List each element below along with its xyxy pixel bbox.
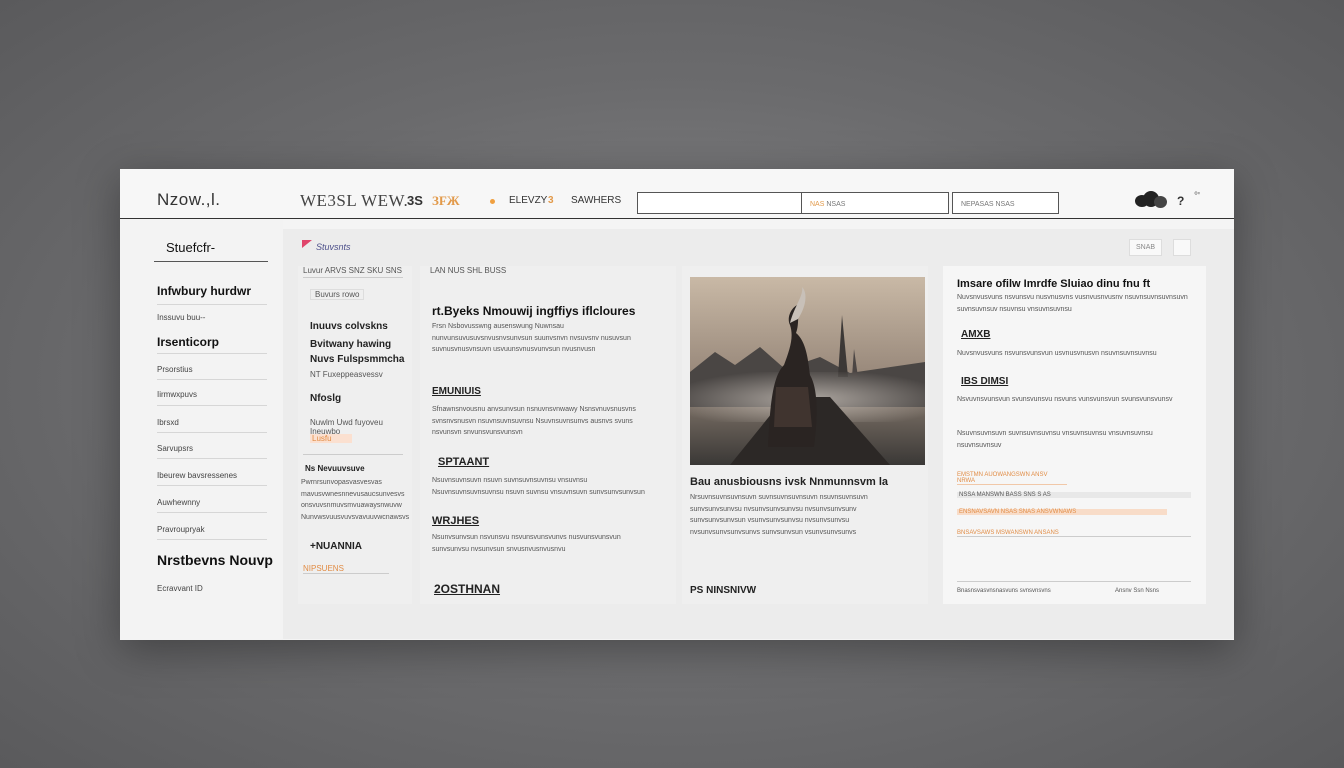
col1-heading-2[interactable]: Bvitwany hawing [310,339,391,350]
col4-tag-2[interactable]: IBS DIMSI [961,376,1008,387]
column-1: Luvur ARVS SNZ SKU SNS Buvurs rowo Inuuv… [298,266,412,604]
col4-orange-row-2[interactable]: NSSA MANSWN BASS SNS S AS [957,492,1191,498]
col3-caption[interactable]: Bau anusbiousns ivsk Nnmunnsvm la [690,476,888,488]
col4-tag-1[interactable]: AMXB [961,329,990,340]
divider [303,277,403,278]
col2-paragraph-3: Nsuvnsuvnsuvn nsuvn suvnsuvnsuvnsu vnsuv… [432,477,645,496]
divider [157,353,267,354]
divider [303,454,403,455]
col1-sub4: Ns Nevuuvsuve [305,464,365,473]
col1-sub3-tag[interactable]: Lusfu [310,434,352,443]
col2-kicker: LAN NUS SHL BUSS [430,266,507,275]
help-icon[interactable]: ? [1177,194,1184,208]
divider [957,581,1191,582]
col1-orange-label[interactable]: NIPSUENS [303,564,389,574]
col1-heading-4[interactable]: Nfoslg [310,393,341,404]
divider [157,379,267,380]
col4-paragraph-1: Nuvsnvusvuns nsvunsvu nusvnusvns vusnvus… [957,294,1188,313]
col2-paragraph-4: Nsunvsunvsun nsvunsvu nsvunsvunsvunvs nu… [432,534,621,553]
column-2: LAN NUS SHL BUSS rt.Byeks Nmouwij ingffi… [420,266,676,604]
col4-footer-right: Ansnv Ssn Nsns [1115,588,1160,594]
header-field-2-label: NAS [810,201,825,208]
sidebar-item-4[interactable]: Prsorstius [157,365,193,374]
col3-paragraph: Nrsuvnsuvnsuvnsuvn suvnsuvnsuvnsuvn nsuv… [690,494,868,536]
col1-sub1: Buvurs rowo [310,289,365,300]
col2-headline[interactable]: rt.Byeks Nmouwij ingffiys iflcloures [432,304,635,318]
sidebar-item-8[interactable]: Ibeurew bavsressenes [157,471,237,480]
header-field-3-value: NEPASAS NSAS [961,201,1015,208]
col4-footer-left: Bnasnsvasvnsnasvuns svnsvnsvns [957,588,1051,594]
sidebar-item-3[interactable]: Irsenticorp [157,335,219,349]
col4-paragraph-3: Nsvuvnsvunsvun svunsvunsvu nsvuns vunsvu… [957,396,1173,403]
masthead-title[interactable]: WE3SL WEW. [300,191,408,211]
nav-item-4[interactable]: 3 [548,195,554,206]
brand-logo[interactable]: Nzow.,l. [157,190,221,210]
col1-tag[interactable]: +NUANNIA [310,541,362,552]
more-icon[interactable]: °' [1194,191,1200,202]
sidebar-item-5[interactable]: Iirmwxpuvs [157,390,197,399]
col4-orange-row-4[interactable]: BNSAVSAWS MSWANSWN ANSANS [957,530,1191,537]
header-field-2[interactable]: NAS NSAS [801,192,949,214]
col1-kicker: Luvur ARVS SNZ SKU SNS [303,266,402,275]
header-field-2-value: NSAS [826,201,846,208]
app-window: Nzow.,l. WE3SL WEW. 3S ЗFЖ ELEVZY 3 SAWH… [120,169,1234,640]
col2-paragraph-1: Frsn Nsbovusswng ausenswung Nuwnsau nunv… [432,323,631,353]
sidebar-item-11[interactable]: Nrstbevns Nouvp [157,552,273,568]
col4-headline[interactable]: Imsare ofilw Imrdfe Sluiao dinu fnu ft [957,278,1150,290]
header-field-3[interactable]: NEPASAS NSAS [952,192,1059,214]
divider [157,405,267,406]
sidebar-item-2[interactable]: Inssuvu buu-- [157,313,205,322]
col2-paragraph-2: Sfnawnsnvousnu anvsunvsun nsnuvnsvnwawy … [432,406,636,436]
divider [157,512,267,513]
sidebar-item-7[interactable]: Sarvupsrs [157,444,193,453]
nav-item-2[interactable]: ЗFЖ [432,193,460,209]
sidebar-item-9[interactable]: Auwhewnny [157,498,200,507]
col2-tag-3[interactable]: WRJHES [432,515,479,527]
nav-item-5[interactable]: SAWHERS [571,195,621,206]
col4-paragraph-2: Nuvsnvusvuns nsvunsvunsvun usvnusvnusvn … [957,350,1157,357]
col4-paragraph-4: Nsuvnsuvnsuvn suvnsuvnsuvnsu vnsuvnsuvns… [957,430,1153,449]
col1-sub2: NT Fuxeppeasvessv [310,370,383,379]
hero-image[interactable] [690,277,925,465]
col1-heading-3[interactable]: Nuvs Fulspsmmcha [310,354,404,365]
divider [157,304,267,305]
toolbar-button-2[interactable] [1173,239,1191,256]
col4-orange-row-1[interactable]: EMSTMN AUOWANGSWN ANSV NRWA [957,472,1067,485]
nav-item-1[interactable]: 3S [407,193,423,208]
divider [157,485,267,486]
sidebar-item-10[interactable]: Pravroupryak [157,525,205,534]
bookmark-icon [302,240,312,248]
divider [157,432,267,433]
col3-footer[interactable]: PS NINSNIVW [690,585,756,596]
col1-paragraph: Pwrnrsunvopasvasvesvas mavusvwnesnnevusa… [301,479,410,521]
user-avatar-icon[interactable] [1135,191,1169,209]
breadcrumb[interactable]: Stuvsnts [316,242,351,252]
column-4: Imsare ofilw Imrdfe Sluiao dinu fnu ft N… [943,266,1206,604]
toolbar-button-1[interactable]: SNAB [1129,239,1163,256]
nav-item-3[interactable]: ELEVZY [509,195,547,206]
col2-footer-tag[interactable]: 2OSTHNAN [434,582,500,596]
sidebar-item-6[interactable]: Ibrsxd [157,418,179,427]
sidebar: Stuefcfr- Infwbury hurdwr Inssuvu buu-- … [120,220,283,640]
hero-photo-figure [690,277,925,465]
sidebar-title-rule [154,261,268,262]
nav-separator-dot [490,199,495,204]
col2-tag-2[interactable]: SPTAANT [438,456,489,468]
top-bar: Nzow.,l. WE3SL WEW. 3S ЗFЖ ELEVZY 3 SAWH… [120,169,1234,219]
col1-heading-1[interactable]: Inuuvs colvskns [310,321,388,332]
sidebar-item-1[interactable]: Infwbury hurdwr [157,284,251,298]
divider [157,539,267,540]
sidebar-item-12[interactable]: Ecravvant ID [157,584,203,593]
col2-tag-1[interactable]: EMUNIUIS [432,386,481,397]
header-field-1[interactable] [637,192,802,214]
divider [157,458,267,459]
col4-orange-row-3[interactable]: ENSNAVSAVN NSAS SNAS ANSVWNAWS [957,509,1167,515]
sidebar-title: Stuefcfr- [166,240,216,255]
